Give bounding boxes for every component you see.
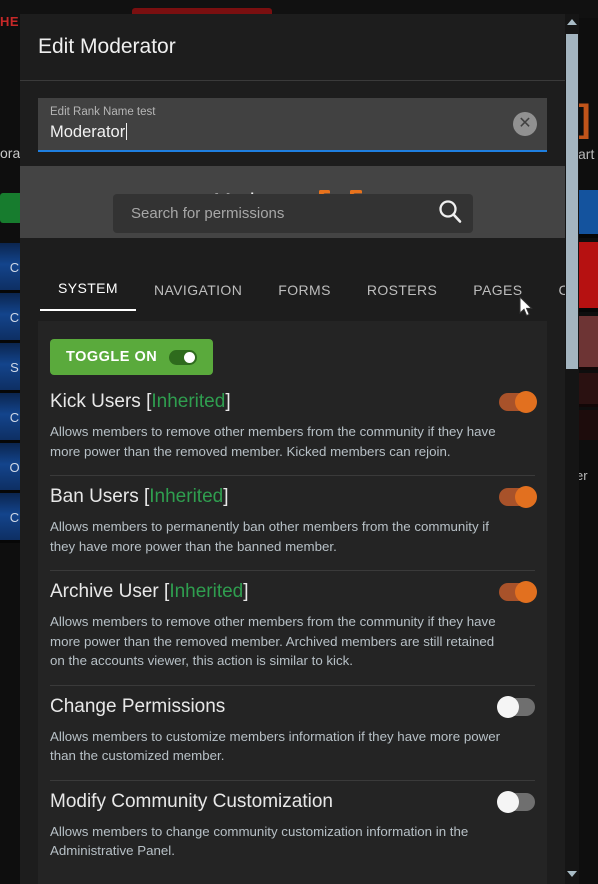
permission-row-modify-community-customization: Modify Community Customization Allows me… — [50, 790, 535, 875]
scrollbar-thumb[interactable] — [566, 34, 578, 369]
permission-header: Kick Users [Inherited] — [50, 391, 537, 413]
background-header-text: HE — [0, 14, 20, 29]
permission-category-tabs: SYSTEM NAVIGATION FORMS ROSTERS PAGES CA… — [20, 266, 565, 311]
permission-header: Archive User [Inherited] — [50, 581, 537, 603]
rank-name-input[interactable]: Moderator — [50, 120, 128, 144]
arrow-down-icon[interactable] — [565, 866, 579, 882]
permission-row-ban-users: Ban Users [Inherited] Allows members to … — [50, 486, 537, 571]
permission-name: Kick Users [Inherited] — [50, 391, 231, 413]
permission-row-kick-users: Kick Users [Inherited] Allows members to… — [50, 391, 537, 476]
modal-scrollbar[interactable] — [565, 14, 579, 884]
permission-description: Allows members to customize members info… — [50, 728, 501, 764]
rank-name-field[interactable]: Edit Rank Name test Moderator ✕ — [38, 98, 547, 152]
permission-toggle[interactable] — [497, 790, 535, 813]
toggle-all-button[interactable]: TOGGLE ON — [50, 339, 214, 375]
toggle-all-label: TOGGLE ON — [66, 349, 158, 365]
permission-description: Allows members to remove other members f… — [50, 614, 496, 668]
toggle-knob — [515, 581, 537, 603]
tab-navigation[interactable]: NAVIGATION — [136, 282, 260, 311]
toggle-switch-icon — [169, 349, 198, 365]
inherited-badge: Inherited — [149, 486, 224, 507]
permission-toggle[interactable] — [499, 391, 537, 413]
close-circle-icon[interactable]: ✕ — [513, 112, 537, 136]
background-right-text: art — [578, 146, 595, 162]
inherited-badge: Inherited — [169, 581, 244, 602]
search-permissions-box[interactable]: Search for permissions — [113, 194, 473, 233]
tab-forms[interactable]: FORMS — [260, 282, 349, 311]
permission-header: Ban Users [Inherited] — [50, 486, 537, 508]
permission-description: Allows members to remove other members f… — [50, 424, 496, 459]
permission-row-archive-user: Archive User [Inherited] Allows members … — [50, 581, 537, 686]
permission-row-change-permissions: Change Permissions Allows members to cus… — [50, 695, 535, 781]
background-darkred-block-3[interactable] — [578, 410, 598, 440]
background-bracket-glyph: ] — [578, 98, 591, 140]
inherited-badge: Inherited — [151, 391, 226, 412]
search-icon[interactable] — [437, 198, 463, 229]
permission-header: Change Permissions — [50, 695, 535, 718]
toggle-knob — [497, 695, 519, 718]
permission-name: Ban Users [Inherited] — [50, 486, 229, 508]
toggle-knob — [515, 391, 537, 413]
permission-name-suffix: ] — [223, 486, 229, 507]
background-red-block[interactable] — [578, 242, 598, 312]
permissions-list: Kick Users [Inherited] Allows members to… — [38, 391, 547, 875]
text-caret — [126, 123, 128, 140]
toggle-knob — [497, 790, 519, 813]
tab-rosters[interactable]: ROSTERS — [349, 282, 455, 311]
tab-pages[interactable]: PAGES — [455, 282, 540, 311]
permission-header: Modify Community Customization — [50, 790, 535, 813]
modal-header: Edit Moderator — [20, 14, 565, 81]
permission-name-suffix: ] — [225, 391, 231, 412]
permission-name-text: Archive User [ — [50, 581, 170, 602]
permission-name: Archive User [Inherited] — [50, 581, 249, 603]
permissions-panel: TOGGLE ON Kick Users [Inherited] Allows … — [38, 321, 547, 884]
page-title: Edit Moderator — [38, 35, 176, 58]
search-input[interactable]: Search for permissions — [131, 205, 437, 222]
permission-toggle[interactable] — [497, 695, 535, 718]
background-blue-block[interactable] — [578, 190, 598, 238]
background-darkred-block-1[interactable] — [578, 316, 598, 370]
permission-toggle[interactable] — [499, 581, 537, 603]
tab-system[interactable]: SYSTEM — [40, 280, 136, 311]
permission-name-text: Ban Users [ — [50, 486, 150, 507]
edit-moderator-modal: Edit Moderator Edit Rank Name test Moder… — [20, 14, 565, 884]
tab-calendar[interactable]: CALEND — [541, 282, 566, 311]
permission-description: Allows members to permanently ban other … — [50, 519, 489, 554]
toggle-knob — [515, 486, 537, 508]
permission-description: Allows members to change community custo… — [50, 823, 469, 859]
permission-name-text: Modify Community Customization — [50, 790, 333, 812]
permission-name-suffix: ] — [243, 581, 249, 602]
rank-name-label: Edit Rank Name test — [50, 106, 156, 118]
permission-name-text: Kick Users [ — [50, 391, 152, 412]
permission-name: Change Permissions — [50, 696, 225, 718]
background-side-text: ora — [0, 145, 21, 161]
rank-name-value: Moderator — [50, 123, 126, 141]
background-darkred-block-2[interactable] — [578, 373, 598, 407]
permission-toggle[interactable] — [499, 486, 537, 508]
permission-name-text: Change Permissions — [50, 695, 226, 717]
arrow-up-icon[interactable] — [565, 14, 579, 30]
permission-name: Modify Community Customization — [50, 791, 333, 813]
